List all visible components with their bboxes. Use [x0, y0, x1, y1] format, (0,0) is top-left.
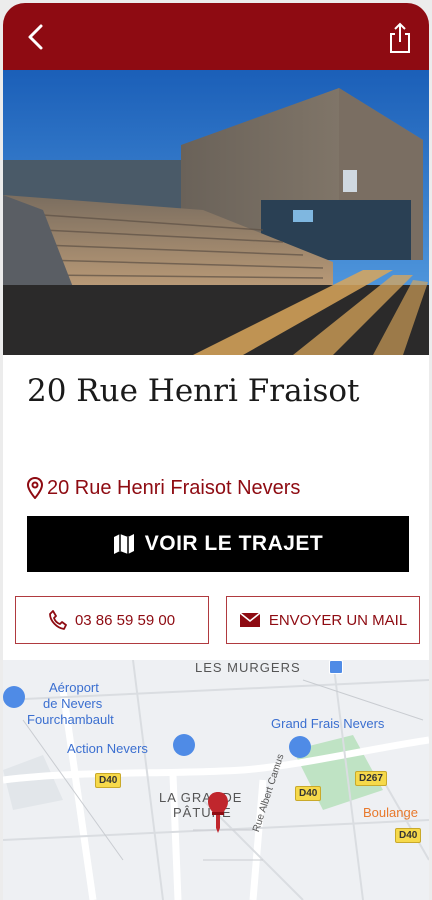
phone-icon [49, 610, 67, 630]
map-label-boulange: Boulange [363, 805, 418, 820]
address-link[interactable]: 20 Rue Henri Fraisot Nevers [27, 473, 300, 503]
map-label-airport-3: Fourchambault [27, 712, 114, 727]
bus-stop-icon [329, 660, 343, 674]
road-badge-d40: D40 [395, 828, 422, 843]
map-pin-icon [27, 477, 43, 499]
location-map[interactable]: LES MURGERS Aéroport de Nevers Fourchamb… [3, 660, 429, 900]
mail-button[interactable]: ENVOYER UN MAIL [226, 596, 420, 644]
mail-icon [239, 612, 261, 627]
map-label-airport-1: Aéroport [49, 680, 99, 695]
road-badge-d40: D40 [295, 786, 322, 801]
top-bar [3, 3, 429, 70]
back-button[interactable] [21, 21, 51, 53]
chevron-left-icon [28, 24, 43, 50]
phone-number: 03 86 59 59 00 [74, 611, 176, 629]
building-photo [3, 70, 429, 355]
map-label-airport-2: de Nevers [43, 696, 103, 711]
place-title: 20 Rue Henri Fraisot [27, 373, 360, 409]
map-label-murgers: LES MURGERS [195, 660, 301, 675]
location-marker-icon[interactable] [205, 790, 231, 834]
map-icon [113, 534, 134, 554]
share-icon [390, 22, 410, 53]
road-badge-d267: D267 [355, 771, 387, 786]
map-label-action: Action Nevers [67, 741, 148, 756]
address-text: 20 Rue Henri Fraisot Nevers [47, 476, 301, 499]
app-screen: 20 Rue Henri Fraisot 20 Rue Henri Fraiso… [3, 3, 429, 900]
shopping-bag-icon [173, 734, 195, 756]
mail-label: ENVOYER UN MAIL [268, 611, 408, 629]
route-label: VOIR LE TRAJET [144, 532, 324, 555]
map-label-grand-frais: Grand Frais Nevers [271, 716, 385, 731]
share-button[interactable] [385, 21, 415, 55]
shopping-cart-icon [289, 736, 311, 758]
road-badge-d40: D40 [95, 773, 122, 788]
call-button[interactable]: 03 86 59 59 00 [15, 596, 209, 644]
airport-icon [3, 686, 25, 708]
route-button[interactable]: VOIR LE TRAJET [27, 516, 409, 572]
